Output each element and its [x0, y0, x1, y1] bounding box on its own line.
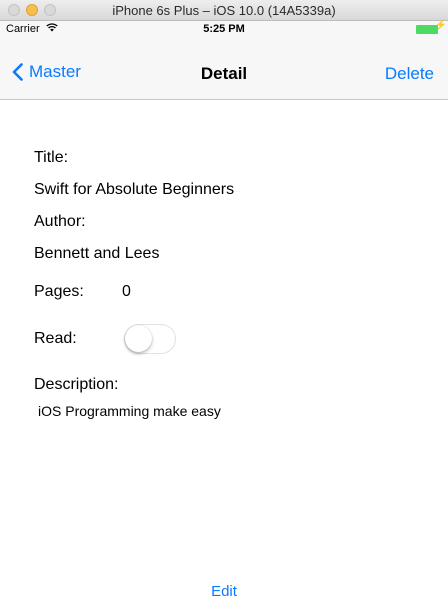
read-label: Read:: [34, 330, 77, 347]
window-title: iPhone 6s Plus – iOS 10.0 (14A5339a): [112, 3, 336, 18]
author-value: Bennett and Lees: [34, 245, 160, 262]
pages-label: Pages:: [34, 283, 84, 300]
title-label: Title:: [34, 149, 69, 166]
status-time: 5:25 PM: [203, 23, 245, 35]
page-title: Detail: [200, 64, 248, 83]
edit-button-row: Edit: [0, 583, 448, 600]
simulator-titlebar: iPhone 6s Plus – iOS 10.0 (14A5339a): [0, 0, 448, 21]
edit-button[interactable]: Edit: [211, 583, 237, 600]
title-value: Swift for Absolute Beginners: [34, 181, 235, 198]
navigation-bar: Master Detail Delete: [0, 38, 448, 100]
read-toggle[interactable]: [124, 324, 176, 354]
pages-value: 0: [122, 283, 131, 300]
bolt-icon: ⚡: [434, 20, 447, 31]
read-toggle-knob: [125, 325, 152, 352]
status-bar: Carrier 5:25 PM ⚡: [0, 20, 448, 38]
delete-button[interactable]: Delete: [385, 64, 434, 84]
description-label: Description:: [34, 376, 119, 393]
description-value: iOS Programming make easy: [38, 403, 221, 419]
author-label: Author:: [34, 213, 86, 230]
